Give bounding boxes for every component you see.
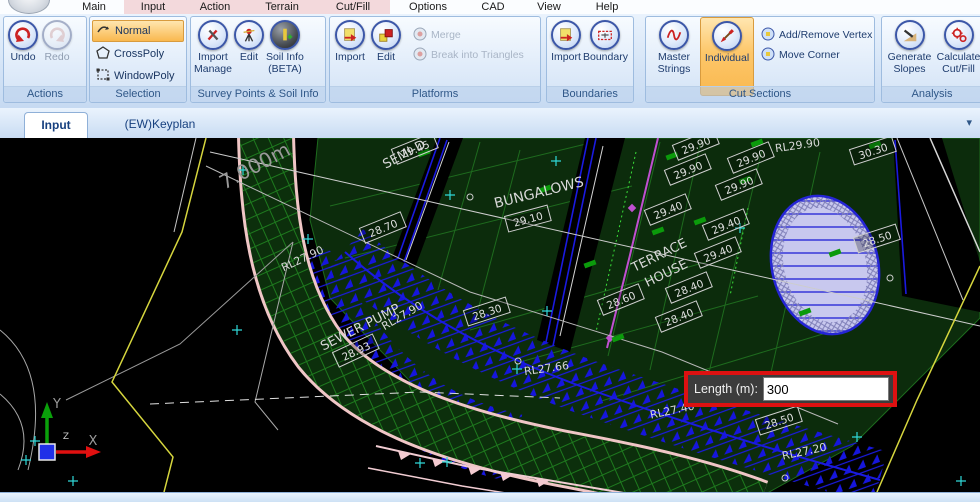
platform-edit-button[interactable]: Edit — [371, 17, 401, 64]
doc-tab-ew-keyplan[interactable]: (EW)Keyplan — [100, 112, 220, 138]
windowpoly-icon — [96, 68, 110, 84]
selection-mode-crosspoly[interactable]: CrossPoly — [92, 44, 184, 64]
group-label-boundaries: Boundaries — [547, 86, 633, 102]
redo-icon — [42, 20, 72, 50]
undo-label: Undo — [10, 51, 36, 63]
boundary-import-button[interactable]: Import — [551, 17, 581, 64]
ribbon-tab-action[interactable]: Action — [182, 0, 248, 14]
soil-info-icon — [269, 20, 300, 50]
ribbon-group-analysis: Generate Slopes Calculate Cut/Fill Analy… — [881, 16, 980, 103]
move-corner-item[interactable]: Move Corner — [761, 45, 872, 65]
calculate-cutfill-label: Calculate Cut/Fill — [936, 51, 980, 75]
length-input-label: Length (m): — [694, 382, 758, 396]
theodolite-icon — [233, 20, 264, 50]
ribbon-tab-terrain[interactable]: Terrain — [248, 0, 316, 14]
document-tab-bar: Input (EW)Keyplan ▾ — [0, 108, 980, 139]
boundary-import-label: Import — [551, 51, 581, 63]
svg-text:Y: Y — [52, 397, 61, 412]
platform-edit-label: Edit — [376, 51, 396, 63]
group-label-platforms: Platforms — [330, 86, 540, 102]
individual-section-icon — [712, 21, 742, 51]
master-strings-button[interactable]: Master Strings — [651, 17, 697, 76]
cad-viewport[interactable]: Y X Z 29.45 28.70 29.10 29.90 29.90 29.90 29.9… — [0, 138, 980, 492]
ribbon-tab-input[interactable]: Input — [124, 0, 182, 14]
group-label-analysis: Analysis — [882, 86, 980, 102]
selection-mode-windowpoly[interactable]: WindowPoly — [92, 66, 184, 86]
merge-item: Merge — [413, 25, 524, 45]
selection-crosspoly-label: CrossPoly — [114, 48, 165, 60]
ribbon: Undo Redo Actions Normal CrossPoly Windo… — [0, 14, 980, 109]
redo-label: Redo — [44, 51, 70, 63]
redo-button: Redo — [42, 17, 72, 64]
soil-info-button[interactable]: Soil Info (BETA) — [266, 17, 304, 76]
selection-windowpoly-label: WindowPoly — [114, 70, 175, 82]
import-manage-button[interactable]: Import Manage — [194, 17, 232, 76]
soil-info-label: Soil Info (BETA) — [265, 51, 304, 75]
calculate-cutfill-button[interactable]: Calculate Cut/Fill — [935, 17, 980, 76]
master-strings-icon — [659, 20, 689, 50]
individual-label: Individual — [704, 52, 750, 64]
normal-select-icon — [97, 23, 111, 39]
move-corner-label: Move Corner — [779, 49, 840, 61]
length-input[interactable] — [762, 377, 889, 401]
ribbon-group-actions: Undo Redo Actions — [3, 16, 87, 103]
generate-slopes-button[interactable]: Generate Slopes — [886, 17, 933, 76]
undo-button[interactable]: Undo — [8, 17, 38, 64]
ribbon-tab-cutfill[interactable]: Cut/Fill — [316, 0, 390, 14]
survey-edit-button[interactable]: Edit — [233, 17, 264, 64]
move-corner-icon — [761, 47, 775, 64]
ribbon-group-selection: Normal CrossPoly WindowPoly Selection — [89, 16, 187, 103]
ribbon-tab-cad[interactable]: CAD — [466, 0, 520, 14]
add-remove-vertex-item[interactable]: Add/Remove Vertex — [761, 25, 872, 45]
platform-import-button[interactable]: Import — [335, 17, 365, 64]
boundary-button[interactable]: Boundary — [583, 17, 628, 64]
platform-import-label: Import — [335, 51, 365, 63]
group-label-survey: Survey Points & Soil Info — [191, 86, 325, 102]
add-remove-vertex-label: Add/Remove Vertex — [779, 29, 873, 41]
ribbon-group-survey: Import Manage Edit Soil Info (BETA) Surv… — [190, 16, 326, 103]
crosspoly-icon — [96, 46, 110, 62]
vertex-icon — [761, 27, 775, 44]
status-bar — [0, 492, 980, 502]
group-label-cut-sections: Cut Sections — [646, 86, 874, 102]
ribbon-tab-help[interactable]: Help — [578, 0, 636, 14]
generate-slopes-icon — [894, 20, 925, 50]
gears-icon — [943, 20, 974, 50]
ribbon-tab-view[interactable]: View — [520, 0, 578, 14]
merge-icon — [413, 27, 427, 44]
boundary-icon — [590, 20, 621, 50]
tab-list-dropdown-icon[interactable]: ▾ — [966, 116, 972, 129]
import-manage-label: Import Manage — [194, 51, 232, 75]
length-input-overlay: Length (m): — [684, 371, 897, 407]
import-doc-icon — [335, 20, 365, 50]
tools-icon — [197, 20, 228, 50]
individual-button[interactable]: Individual — [700, 17, 754, 96]
merge-label: Merge — [431, 29, 461, 41]
break-triangles-icon — [413, 47, 427, 64]
generate-slopes-label: Generate Slopes — [887, 51, 932, 75]
undo-icon — [8, 20, 38, 50]
svg-text:Z: Z — [63, 432, 69, 442]
ribbon-tab-strip: Main Input Action Terrain Cut/Fill Optio… — [0, 0, 980, 14]
cad-canvas[interactable]: Y X Z 29.4528.70 29.1029.9029.9029.9029.9… — [0, 138, 980, 492]
group-label-actions: Actions — [4, 86, 86, 102]
ribbon-group-boundaries: Import Boundary Boundaries — [546, 16, 634, 103]
survey-edit-label: Edit — [239, 51, 258, 63]
ribbon-group-platforms: Import Edit Merge Break into Triangles P… — [329, 16, 541, 103]
import-doc-icon — [551, 20, 581, 50]
group-label-selection: Selection — [90, 86, 186, 102]
master-strings-label: Master Strings — [657, 51, 691, 75]
app-window: Main Input Action Terrain Cut/Fill Optio… — [0, 0, 980, 502]
ribbon-group-cut-sections: Master Strings Individual Add/Remove Ver… — [645, 16, 875, 103]
boundary-label: Boundary — [583, 51, 628, 63]
break-triangles-label: Break into Triangles — [431, 49, 524, 61]
ribbon-tab-main[interactable]: Main — [64, 0, 124, 14]
svg-text:X: X — [89, 434, 98, 449]
cubes-icon — [371, 20, 401, 50]
selection-mode-normal[interactable]: Normal — [92, 20, 184, 42]
ribbon-tab-options[interactable]: Options — [390, 0, 466, 14]
selection-normal-label: Normal — [115, 25, 151, 37]
break-into-triangles-item: Break into Triangles — [413, 45, 524, 65]
doc-tab-input[interactable]: Input — [24, 112, 88, 139]
